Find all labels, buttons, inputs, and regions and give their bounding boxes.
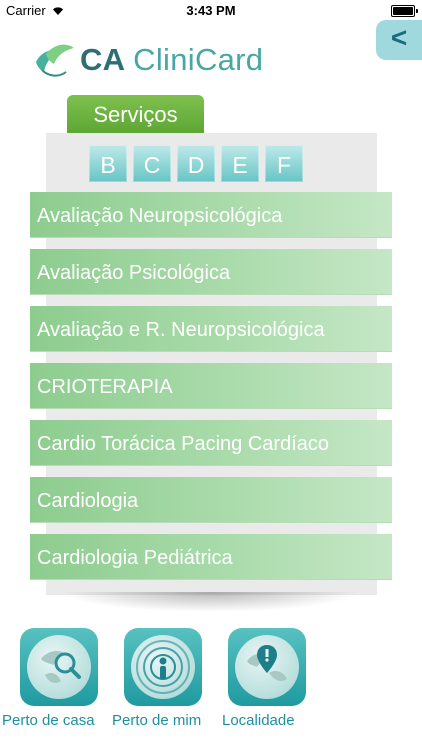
list-item[interactable]: Avaliação Neuropsicológica (30, 192, 392, 238)
logo-ca: CA (80, 42, 125, 77)
letter-b-button[interactable]: B (89, 145, 127, 182)
letter-index: B C D E F (89, 145, 303, 182)
status-bar: Carrier 3:43 PM (0, 0, 422, 22)
letter-e-button[interactable]: E (221, 145, 259, 182)
app-logo: CA CliniCard (32, 40, 263, 80)
nav-localidade-button[interactable] (228, 628, 306, 706)
back-button[interactable]: < (376, 20, 422, 60)
logo-leaf-icon (36, 44, 74, 77)
nav-perto-de-mim-label: Perto de mim (112, 712, 202, 729)
nav-perto-de-casa-label: Perto de casa (2, 712, 95, 729)
clock: 3:43 PM (186, 3, 236, 18)
list-item[interactable]: Cardiologia Pediátrica (30, 534, 392, 580)
list-item[interactable]: Cardiologia (30, 477, 392, 523)
tab-servicos[interactable]: Serviços (67, 95, 204, 133)
panel-shadow (60, 592, 360, 612)
globe-search-icon (27, 635, 91, 699)
broadcast-person-icon (131, 635, 195, 699)
list-item[interactable]: Avaliação e R. Neuropsicológica (30, 306, 392, 352)
letter-c-button[interactable]: C (133, 145, 171, 182)
battery-icon (391, 5, 418, 17)
letter-f-button[interactable]: F (265, 145, 303, 182)
nav-localidade-label: Localidade (222, 712, 295, 729)
letter-d-button[interactable]: D (177, 145, 215, 182)
nav-perto-de-casa-button[interactable] (20, 628, 98, 706)
logo-wordmark: CA CliniCard (80, 42, 263, 78)
globe-pin-icon (235, 635, 299, 699)
list-item[interactable]: CRIOTERAPIA (30, 363, 392, 409)
list-item[interactable]: Cardio Torácica Pacing Cardíaco (30, 420, 392, 466)
nav-perto-de-mim-button[interactable] (124, 628, 202, 706)
list-item[interactable]: Avaliação Psicológica (30, 249, 392, 295)
logo-clinicard: CliniCard (133, 42, 264, 77)
